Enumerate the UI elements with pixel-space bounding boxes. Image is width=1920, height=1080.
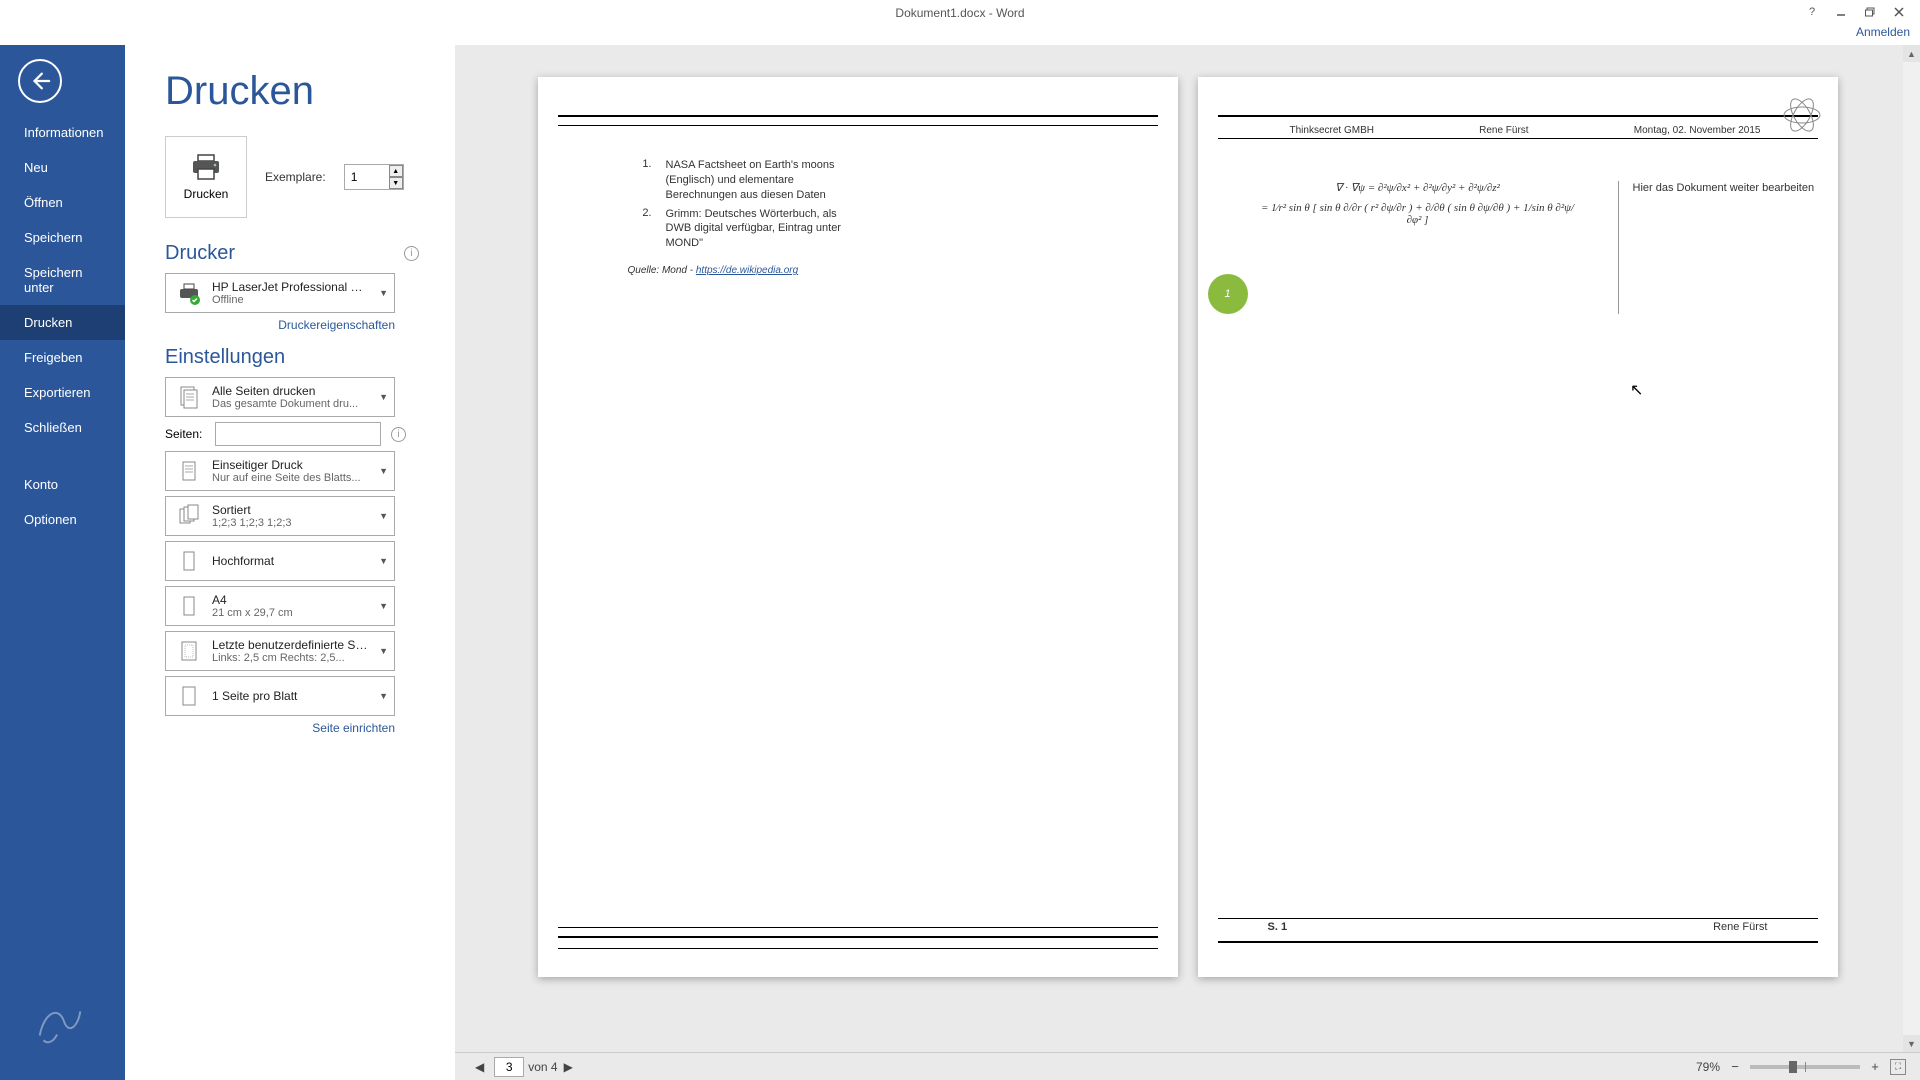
- chevron-down-icon: ▼: [379, 288, 388, 298]
- nav-schliessen[interactable]: Schließen: [0, 410, 125, 445]
- source-link: https://de.wikipedia.org: [696, 265, 798, 276]
- chevron-down-icon: ▼: [379, 466, 388, 476]
- margins-dropdown[interactable]: Letzte benutzerdefinierte Sei... Links: …: [165, 631, 395, 671]
- nav-optionen[interactable]: Optionen: [0, 502, 125, 537]
- chevron-down-icon: ▼: [379, 511, 388, 521]
- chevron-down-icon: ▼: [379, 646, 388, 656]
- zoom-out-button[interactable]: −: [1726, 1058, 1744, 1076]
- pages-input[interactable]: [215, 422, 381, 446]
- window-title: Dokument1.docx - Word: [895, 6, 1024, 20]
- company-logo-icon: [1780, 95, 1824, 138]
- page-title: Drucken: [165, 69, 419, 114]
- pages-per-sheet-icon: [174, 681, 204, 711]
- zoom-level: 79%: [1696, 1060, 1720, 1074]
- printer-properties-link[interactable]: Druckereigenschaften: [165, 318, 395, 332]
- duplex-icon: [174, 456, 204, 486]
- pages-per-sheet-dropdown[interactable]: 1 Seite pro Blatt ▼: [165, 676, 395, 716]
- nav-freigeben[interactable]: Freigeben: [0, 340, 125, 375]
- header-date: Montag, 02. November 2015: [1634, 125, 1761, 136]
- chevron-down-icon: ▼: [379, 691, 388, 701]
- pages-info-icon[interactable]: i: [391, 427, 406, 442]
- preview-scrollbar[interactable]: ▲ ▼: [1903, 45, 1920, 1052]
- restore-button[interactable]: [1857, 3, 1883, 21]
- print-preview: 1.NASA Factsheet on Earth's moons (Engli…: [455, 45, 1920, 1052]
- margins-icon: [174, 636, 204, 666]
- chevron-down-icon: ▼: [379, 556, 388, 566]
- chevron-down-icon: ▼: [379, 601, 388, 611]
- side-note: Hier das Dokument weiter bearbeiten: [1618, 181, 1818, 314]
- nav-oeffnen[interactable]: Öffnen: [0, 185, 125, 220]
- scroll-up-icon[interactable]: ▲: [1903, 45, 1920, 62]
- orientation-icon: [174, 546, 204, 576]
- app-logo-icon: [30, 992, 88, 1055]
- scroll-down-icon[interactable]: ▼: [1903, 1035, 1920, 1052]
- copies-spin-up[interactable]: ▲: [389, 165, 403, 177]
- footer-page: S. 1: [1268, 921, 1288, 933]
- page-setup-link[interactable]: Seite einrichten: [165, 721, 395, 735]
- collate-dropdown[interactable]: Sortiert 1;2;3 1;2;3 1;2;3 ▼: [165, 496, 395, 536]
- chevron-down-icon: ▼: [379, 392, 388, 402]
- nav-drucken[interactable]: Drucken: [0, 305, 125, 340]
- header-company: Thinksecret GMBH: [1290, 125, 1374, 136]
- pages-label: Seiten:: [165, 427, 205, 441]
- copies-spin-down[interactable]: ▼: [389, 177, 403, 189]
- printer-icon: [174, 278, 204, 308]
- back-button[interactable]: [18, 59, 62, 103]
- collate-icon: [174, 501, 204, 531]
- preview-page-left: 1.NASA Factsheet on Earth's moons (Engli…: [538, 77, 1178, 977]
- preview-page-right: Thinksecret GMBH Rene Fürst Montag, 02. …: [1198, 77, 1838, 977]
- footer-author: Rene Fürst: [1713, 921, 1767, 933]
- nav-informationen[interactable]: Informationen: [0, 115, 125, 150]
- minimize-button[interactable]: [1828, 3, 1854, 21]
- current-page-input[interactable]: [494, 1057, 524, 1077]
- nav-exportieren[interactable]: Exportieren: [0, 375, 125, 410]
- print-button-label: Drucken: [184, 187, 229, 201]
- comment-badge: 1: [1208, 274, 1248, 314]
- printer-section-title: Drucker: [165, 242, 235, 265]
- printer-dropdown[interactable]: HP LaserJet Professional CP... Offline ▼: [165, 273, 395, 313]
- paper-icon: [174, 591, 204, 621]
- close-button[interactable]: [1886, 3, 1912, 21]
- help-button[interactable]: ?: [1799, 3, 1825, 21]
- orientation-dropdown[interactable]: Hochformat ▼: [165, 541, 395, 581]
- sign-in-link[interactable]: Anmelden: [1856, 25, 1910, 39]
- zoom-slider[interactable]: [1750, 1065, 1860, 1069]
- header-author: Rene Fürst: [1479, 125, 1528, 136]
- paper-size-dropdown[interactable]: A4 21 cm x 29,7 cm ▼: [165, 586, 395, 626]
- nav-neu[interactable]: Neu: [0, 150, 125, 185]
- pages-icon: [174, 382, 204, 412]
- prev-page-button[interactable]: ◀: [469, 1060, 490, 1074]
- duplex-dropdown[interactable]: Einseitiger Druck Nur auf eine Seite des…: [165, 451, 395, 491]
- formula-2: = 1⁄r² sin θ [ sin θ ∂/∂r ( r² ∂ψ/∂r ) +…: [1258, 202, 1578, 226]
- printer-status: Offline: [212, 294, 368, 306]
- copies-label: Exemplare:: [265, 170, 326, 184]
- nav-speichern-unter[interactable]: Speichern unter: [0, 255, 125, 305]
- print-button[interactable]: Drucken: [165, 136, 247, 218]
- formula-1: ∇ · ∇ψ = ∂²ψ/∂x² + ∂²ψ/∂y² + ∂²ψ/∂z²: [1258, 181, 1578, 194]
- zoom-in-button[interactable]: +: [1866, 1058, 1884, 1076]
- nav-konto[interactable]: Konto: [0, 467, 125, 502]
- printer-info-icon[interactable]: i: [404, 246, 419, 261]
- next-page-button[interactable]: ▶: [558, 1060, 579, 1074]
- printer-name: HP LaserJet Professional CP...: [212, 280, 368, 294]
- settings-section-title: Einstellungen: [165, 346, 285, 369]
- nav-speichern[interactable]: Speichern: [0, 220, 125, 255]
- print-scope-dropdown[interactable]: Alle Seiten drucken Das gesamte Dokument…: [165, 377, 395, 417]
- page-total-label: von 4: [528, 1060, 557, 1074]
- zoom-fit-button[interactable]: ⛶: [1890, 1059, 1906, 1075]
